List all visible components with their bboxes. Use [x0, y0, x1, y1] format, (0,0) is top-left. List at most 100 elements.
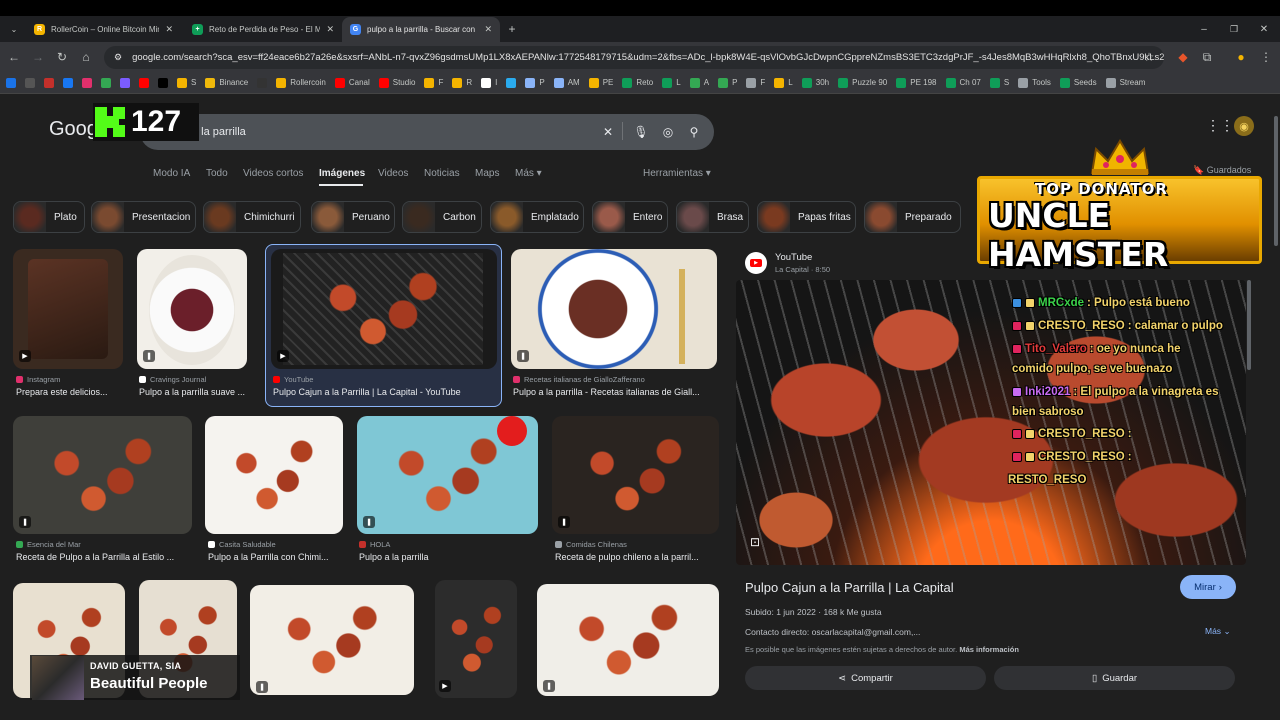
bookmark-item[interactable]	[139, 77, 149, 88]
bookmark-item[interactable]: A	[689, 77, 709, 88]
bookmark-item[interactable]: Ch 07	[945, 77, 981, 88]
home-icon[interactable]: ⌂	[78, 49, 94, 65]
bookmark-item[interactable]: R	[452, 77, 472, 88]
bookmark-item[interactable]	[506, 77, 517, 88]
result-image[interactable]: ▶	[13, 249, 123, 369]
close-tab-icon[interactable]: ✕	[484, 24, 492, 35]
tools-button[interactable]: Herramientas ▾	[643, 168, 711, 179]
tab-rollercoin[interactable]: R RollerCoin – Online Bitcoin Mining ✕	[26, 17, 181, 42]
site-info-icon[interactable]: ⚙	[114, 52, 122, 63]
tab-mas[interactable]: Más ▾	[515, 168, 542, 179]
back-icon[interactable]: ←	[6, 49, 22, 65]
tab-maps[interactable]: Maps	[475, 168, 499, 179]
save-button[interactable]: ▯ Guardar	[994, 666, 1235, 690]
bookmark-star-icon[interactable]: ☆	[1141, 49, 1157, 65]
chip-emplatado[interactable]: Emplatado	[490, 201, 584, 233]
chip-preparado[interactable]: Preparado	[864, 201, 961, 233]
result-caption[interactable]: Pulpo Cajun a la Parrilla | La Capital -…	[273, 387, 495, 397]
lens-icon[interactable]: ⊡	[750, 535, 760, 549]
account-avatar[interactable]: ◉	[1234, 116, 1254, 136]
chip-plato[interactable]: Plato	[13, 201, 85, 233]
bookmark-item[interactable]: F	[746, 77, 765, 88]
clear-search-icon[interactable]: ✕	[600, 124, 616, 140]
result-caption[interactable]: Receta de pulpo chileno a la parril...	[555, 552, 720, 562]
bookmark-item[interactable]	[63, 77, 73, 88]
bookmark-item[interactable]	[158, 77, 168, 88]
result-image[interactable]: ▶	[435, 580, 517, 698]
close-tab-icon[interactable]: ✕	[326, 24, 334, 35]
profile-icon[interactable]: ●	[1233, 49, 1249, 65]
share-button[interactable]: ⋖ Compartir	[745, 666, 986, 690]
bookmark-item[interactable]	[25, 77, 35, 88]
tab-search-icon[interactable]: ⌄	[6, 21, 22, 37]
result-image-selected[interactable]: ▶	[271, 249, 497, 369]
search-icon[interactable]: ⚲	[686, 124, 702, 140]
bookmark-item[interactable]	[120, 77, 130, 88]
bookmark-item[interactable]: 30h	[801, 77, 829, 88]
bookmark-item[interactable]: Seeds	[1059, 77, 1097, 88]
bookmark-item[interactable]: Canal	[334, 77, 370, 88]
lens-search-icon[interactable]: ◎	[660, 124, 676, 140]
result-caption[interactable]: Pulpo a la Parrilla con Chimi...	[208, 552, 346, 562]
visit-button[interactable]: Mirar ›	[1180, 575, 1236, 599]
extensions-puzzle-icon[interactable]: ⧉	[1199, 49, 1215, 65]
result-image[interactable]: ❚	[357, 416, 538, 534]
result-image[interactable]: ❚	[137, 249, 247, 369]
chip-papas-fritas[interactable]: Papas fritas	[757, 201, 856, 233]
bookmark-item[interactable]	[257, 77, 268, 88]
bookmark-item[interactable]: AM	[553, 77, 580, 88]
bookmark-item[interactable]	[44, 77, 54, 88]
bookmark-item[interactable]: P	[718, 77, 737, 88]
preview-title[interactable]: Pulpo Cajun a la Parrilla | La Capital	[745, 580, 954, 595]
reload-icon[interactable]: ↻	[54, 49, 70, 65]
tab-google-search[interactable]: G pulpo a la parrilla - Buscar con ✕	[342, 17, 500, 42]
result-caption[interactable]: Receta de Pulpo a la Parrilla al Estilo …	[16, 552, 194, 562]
tab-videos-cortos[interactable]: Videos cortos	[243, 168, 303, 179]
chip-presentacion[interactable]: Presentacion	[91, 201, 196, 233]
saved-button[interactable]: 🔖 Guardados	[1193, 165, 1251, 176]
result-image[interactable]: ❚	[250, 585, 414, 695]
result-image[interactable]: ❚	[13, 416, 192, 534]
bookmark-item[interactable]	[82, 77, 92, 88]
result-caption[interactable]: Prepara este delicios...	[16, 387, 124, 397]
voice-search-icon[interactable]: 🎙	[633, 124, 649, 140]
more-button[interactable]: Más ⌄	[1205, 626, 1231, 637]
close-tab-icon[interactable]: ✕	[165, 24, 173, 35]
chip-peruano[interactable]: Peruano	[311, 201, 395, 233]
tab-reto[interactable]: + Reto de Perdida de Peso - El M ✕	[184, 17, 342, 42]
tab-noticias[interactable]: Noticias	[424, 168, 460, 179]
tab-modo-ia[interactable]: Modo IA	[153, 168, 190, 179]
minimize-icon[interactable]: –	[1196, 21, 1212, 37]
chip-carbon[interactable]: Carbon	[402, 201, 482, 233]
bookmark-item[interactable]: S	[989, 77, 1009, 88]
chip-chimichurri[interactable]: Chimichurri	[203, 201, 301, 233]
bookmark-item[interactable]: L	[774, 77, 793, 88]
bookmark-item[interactable]: L	[662, 77, 681, 88]
bookmark-item[interactable]: P	[525, 77, 545, 88]
bookmark-item[interactable]	[101, 77, 111, 88]
maximize-icon[interactable]: ❐	[1226, 21, 1242, 37]
bookmark-item[interactable]: F	[424, 77, 443, 88]
result-image[interactable]	[205, 416, 343, 534]
browser-menu-icon[interactable]: ⋮	[1258, 49, 1274, 65]
bookmark-item[interactable]: PE	[588, 77, 613, 88]
result-image[interactable]: ❚	[552, 416, 719, 534]
bookmark-item[interactable]: Puzzle 90	[838, 77, 887, 88]
result-caption[interactable]: Pulpo a la parrilla suave ...	[139, 387, 249, 397]
chip-brasa[interactable]: Brasa	[676, 201, 749, 233]
bookmark-item[interactable]: PE 198	[896, 77, 937, 88]
result-image[interactable]: ❚	[537, 584, 719, 696]
google-logo[interactable]: Goog	[49, 118, 98, 141]
bookmark-item[interactable]: I	[481, 77, 497, 88]
extension-fox-icon[interactable]: ◆	[1175, 49, 1191, 65]
page-scrollbar[interactable]	[1272, 96, 1280, 696]
address-bar[interactable]: ⚙ google.com/search?sca_esv=ff24eace6b27…	[104, 46, 1164, 69]
chip-entero[interactable]: Entero	[592, 201, 668, 233]
bookmark-item[interactable]: Reto	[622, 77, 653, 88]
bookmark-item[interactable]: Binance	[205, 77, 248, 88]
search-input[interactable]: pulpo a la parrilla	[140, 114, 714, 150]
result-caption[interactable]: Pulpo a la parrilla - Recetas italianas …	[513, 387, 718, 397]
panel-scrollbar[interactable]	[1247, 280, 1251, 370]
window-close-icon[interactable]: ✕	[1256, 21, 1272, 37]
bookmark-item[interactable]: Rollercoin	[276, 77, 326, 88]
